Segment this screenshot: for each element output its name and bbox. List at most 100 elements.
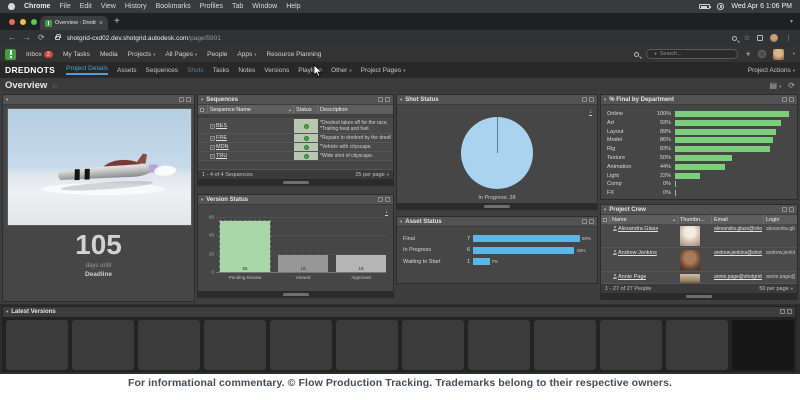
back-button[interactable]: ← xyxy=(8,34,16,42)
menu-help[interactable]: Help xyxy=(286,3,300,10)
popout-icon[interactable] xyxy=(782,207,787,212)
dept-bar[interactable] xyxy=(675,146,770,153)
dept-bar[interactable] xyxy=(675,190,676,197)
version-thumb-slot[interactable] xyxy=(204,320,266,370)
project-name[interactable]: DREDNOTS xyxy=(5,65,55,75)
description-cell[interactable]: *Drednot takes off for the race. *Trailin… xyxy=(318,119,393,133)
menu-history[interactable]: History xyxy=(125,3,147,10)
menu-view[interactable]: View xyxy=(101,3,116,10)
sequence-name-cell[interactable]: + TRU xyxy=(208,152,294,160)
popout-icon[interactable] xyxy=(782,97,787,102)
per-page-selector[interactable]: 25 per page ▾ xyxy=(355,172,389,178)
expand-plus-icon[interactable]: + xyxy=(210,153,215,159)
status-cell[interactable] xyxy=(294,119,318,133)
crew-name-link[interactable]: Annie Page xyxy=(618,274,646,280)
tab-versions[interactable]: Versions xyxy=(264,67,289,74)
horizontal-scrollbar[interactable] xyxy=(601,293,797,299)
dept-bar[interactable] xyxy=(675,111,789,117)
description-cell[interactable]: *Wide shot of cityscape. xyxy=(318,152,393,160)
tab-project-details[interactable]: Project Details xyxy=(66,65,109,76)
nav-projects[interactable]: Projects ▾ xyxy=(128,51,156,58)
download-chart-icon[interactable]: ↓ xyxy=(589,109,592,116)
global-search-input[interactable]: ▾ Search... xyxy=(646,49,739,59)
version-thumb-slot[interactable] xyxy=(270,320,332,370)
sequence-row-tru[interactable]: + TRU *Wide shot of cityscape. xyxy=(198,152,393,161)
crew-email-link[interactable]: annie.page@shotgriddemo.co xyxy=(714,274,762,280)
expand-icon[interactable] xyxy=(789,97,794,102)
sequence-name-cell[interactable]: + BES xyxy=(208,119,294,133)
nav-apps[interactable]: Apps ▾ xyxy=(237,51,256,58)
apple-icon[interactable] xyxy=(8,3,15,10)
dept-bar[interactable] xyxy=(675,172,701,179)
popout-icon[interactable] xyxy=(378,197,383,202)
version-thumb-slot[interactable] xyxy=(6,320,68,370)
version-thumb-slot[interactable] xyxy=(72,320,134,370)
nav-my-tasks[interactable]: My Tasks xyxy=(63,51,90,58)
crew-email-link[interactable]: alexandra.glass@shotgridde xyxy=(714,226,762,232)
asset-status-header[interactable]: ▾ Asset Status xyxy=(397,217,597,227)
menu-tab[interactable]: Tab xyxy=(232,3,243,10)
dept-bar[interactable] xyxy=(675,154,732,161)
popout-icon[interactable] xyxy=(582,97,587,102)
col-status[interactable]: Status xyxy=(294,105,318,114)
popout-icon[interactable] xyxy=(378,97,383,102)
crew-thumbnail[interactable] xyxy=(680,249,700,270)
version-thumb-slot[interactable] xyxy=(138,320,200,370)
help-icon[interactable] xyxy=(757,50,766,58)
status-cell[interactable] xyxy=(294,152,318,160)
row-select-cell[interactable] xyxy=(198,119,208,133)
dept-bar[interactable] xyxy=(675,119,782,126)
dept-bar[interactable] xyxy=(675,163,726,170)
crew-email-cell[interactable]: andrew.jenkins@shotgriddem xyxy=(712,248,764,271)
sequence-link[interactable]: MDN xyxy=(216,144,229,150)
scrollbar-thumb[interactable] xyxy=(282,292,309,296)
asset-bar[interactable] xyxy=(473,235,580,242)
shotgrid-logo[interactable] xyxy=(5,48,16,60)
row-select-cell[interactable] xyxy=(601,224,610,247)
description-cell[interactable]: *Vehicle with cityscape. xyxy=(318,143,393,151)
horizontal-scrollbar[interactable] xyxy=(198,291,393,297)
asset-bar[interactable] xyxy=(473,258,490,265)
tab-sequences[interactable]: Sequences xyxy=(146,67,179,74)
crew-name-link[interactable]: Alexandra Glass xyxy=(618,226,658,232)
crew-row-alexandra[interactable]: Alexandra Glass alexandra.glass@shotgrid… xyxy=(601,224,797,248)
tab-search-chevron-icon[interactable]: ▾ xyxy=(790,18,793,25)
page-menu-icon[interactable]: ▤ ▾ xyxy=(769,81,781,90)
bar-approved[interactable]: 19 xyxy=(336,254,386,272)
crew-thumb-cell[interactable] xyxy=(678,248,712,271)
expand-icon[interactable] xyxy=(789,207,794,212)
dept-bar[interactable] xyxy=(675,128,777,135)
expand-icon[interactable] xyxy=(787,309,792,314)
dept-bar[interactable] xyxy=(675,181,676,188)
select-all-cell[interactable] xyxy=(601,215,610,224)
sequence-row-mdn[interactable]: + MDN *Vehicle with cityscape. xyxy=(198,143,393,152)
status-cell[interactable] xyxy=(294,143,318,151)
crew-email-link[interactable]: andrew.jenkins@shotgriddem xyxy=(714,250,762,256)
project-actions-menu[interactable]: Project Actions ▾ xyxy=(748,67,795,74)
scrollbar-thumb[interactable] xyxy=(484,204,510,208)
sequences-header[interactable]: ▾ Sequences xyxy=(198,95,393,105)
sequence-name-cell[interactable]: + FRE xyxy=(208,134,294,142)
crew-thumbnail[interactable] xyxy=(680,225,700,246)
sequence-name-cell[interactable]: + MDN xyxy=(208,143,294,151)
crew-name-cell[interactable]: Alexandra Glass xyxy=(610,224,678,247)
row-select-cell[interactable] xyxy=(198,143,208,151)
project-crew-header[interactable]: ▾ Project Crew xyxy=(601,205,797,215)
version-thumb-slot[interactable] xyxy=(534,320,596,370)
per-page-selector[interactable]: 50 per page ▾ xyxy=(759,286,793,292)
col-name[interactable]: Name ▴ xyxy=(610,215,678,224)
sequence-link[interactable]: BES xyxy=(216,123,227,129)
crew-thumbnail[interactable] xyxy=(680,273,700,283)
bar-pending-review[interactable]: 56 xyxy=(219,219,271,274)
col-thumbnail[interactable]: Thumbn... xyxy=(678,215,712,224)
tab-project-pages[interactable]: Project Pages ▾ xyxy=(361,67,406,74)
row-select-cell[interactable] xyxy=(198,152,208,160)
version-thumb-slot[interactable] xyxy=(468,320,530,370)
popout-icon[interactable] xyxy=(179,97,184,102)
collapse-chevron-icon[interactable]: ▾ xyxy=(604,97,606,103)
tab-other[interactable]: Other ▾ xyxy=(331,67,352,74)
side-panel-icon[interactable] xyxy=(757,35,763,41)
crew-name-link[interactable]: Andrew Jenkins xyxy=(618,250,657,256)
nav-inbox[interactable]: Inbox 2 xyxy=(26,51,53,58)
expand-plus-icon[interactable]: + xyxy=(210,144,215,150)
